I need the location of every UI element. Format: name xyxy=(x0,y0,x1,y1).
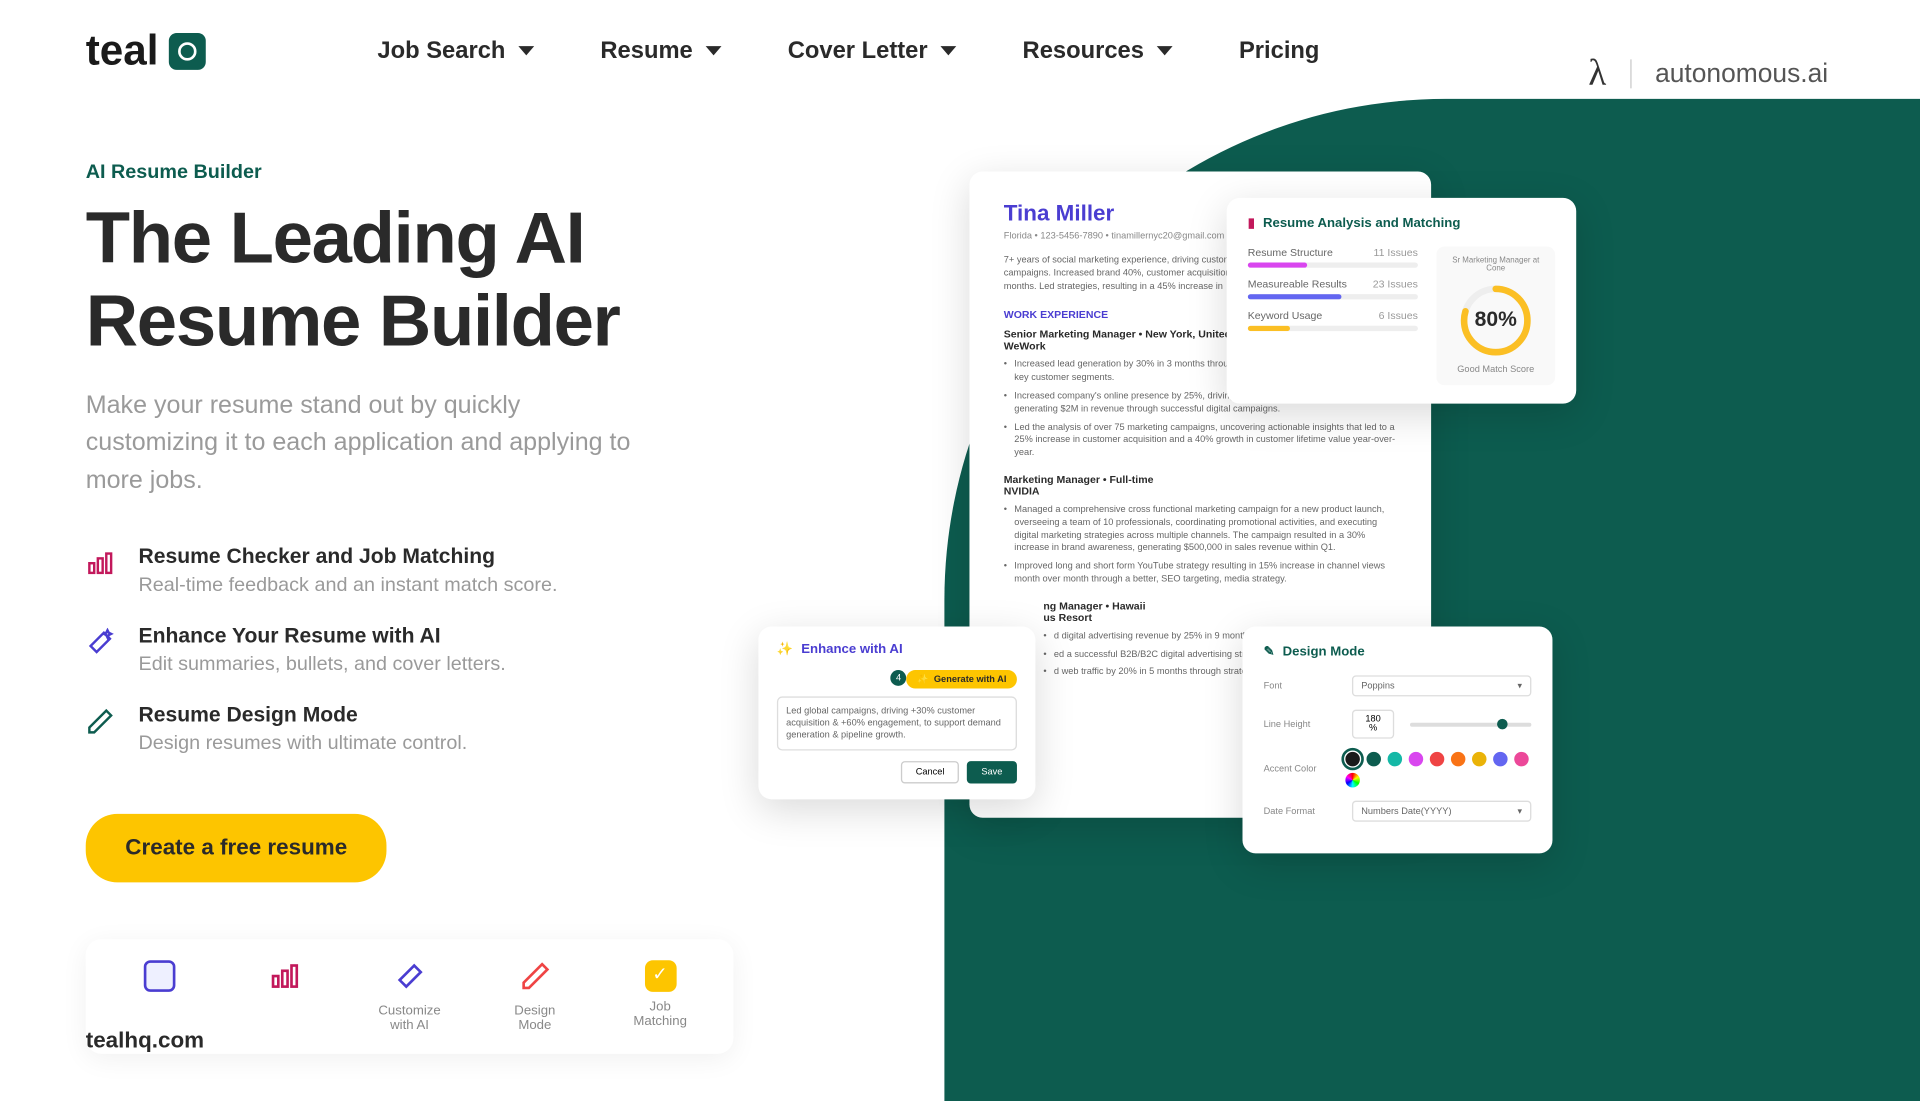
hero-section: AI Resume Builder The Leading AI Resume … xyxy=(0,102,1920,883)
main-nav: Job Search Resume Cover Letter Resources… xyxy=(377,37,1319,65)
hero-subtitle: Make your resume stand out by quickly cu… xyxy=(86,387,640,500)
pencil-icon xyxy=(86,707,115,736)
bar-chart-icon xyxy=(86,549,115,578)
tab-customize-ai[interactable]: Customize with AI xyxy=(373,960,446,1033)
feature-enhance: Enhance Your Resume with AIEdit summarie… xyxy=(86,625,746,675)
logo[interactable]: teal xyxy=(86,26,206,75)
nav-cover-letter[interactable]: Cover Letter xyxy=(788,37,957,65)
nav-job-search[interactable]: Job Search xyxy=(377,37,534,65)
feature-list: Resume Checker and Job MatchingReal-time… xyxy=(86,546,746,754)
brand-text: autonomous.ai xyxy=(1655,59,1828,89)
lambda-icon: λ xyxy=(1588,53,1606,95)
logo-text: teal xyxy=(86,26,159,75)
feature-design: Resume Design ModeDesign resumes with ul… xyxy=(86,704,746,754)
source-url: tealhq.com xyxy=(86,1028,204,1054)
feature-checker: Resume Checker and Job MatchingReal-time… xyxy=(86,546,746,596)
brand-attribution: λ autonomous.ai xyxy=(1588,53,1828,95)
chevron-down-icon xyxy=(1157,46,1173,55)
logo-icon xyxy=(169,32,206,69)
hero-eyebrow: AI Resume Builder xyxy=(86,161,746,183)
check-icon: ✓ xyxy=(644,960,676,992)
nav-resume[interactable]: Resume xyxy=(600,37,721,65)
chevron-down-icon xyxy=(706,46,722,55)
hero-title: The Leading AI Resume Builder xyxy=(86,197,746,364)
pencil-icon xyxy=(519,960,551,992)
cta-create-resume[interactable]: Create a free resume xyxy=(86,814,387,883)
tab-job-matching[interactable]: ✓Job Matching xyxy=(624,960,697,1033)
divider xyxy=(1630,59,1631,88)
tab-analytics[interactable] xyxy=(248,960,321,1033)
chevron-down-icon xyxy=(941,46,957,55)
magic-wand-icon xyxy=(86,628,115,657)
header: teal Job Search Resume Cover Letter Reso… xyxy=(0,0,1920,102)
tab-document[interactable] xyxy=(123,960,196,1033)
tab-design-mode[interactable]: Design Mode xyxy=(499,960,572,1033)
chevron-down-icon xyxy=(519,46,535,55)
nav-pricing[interactable]: Pricing xyxy=(1239,37,1319,65)
bar-chart-icon xyxy=(268,960,300,992)
magic-wand-icon xyxy=(394,960,426,992)
nav-resources[interactable]: Resources xyxy=(1023,37,1173,65)
